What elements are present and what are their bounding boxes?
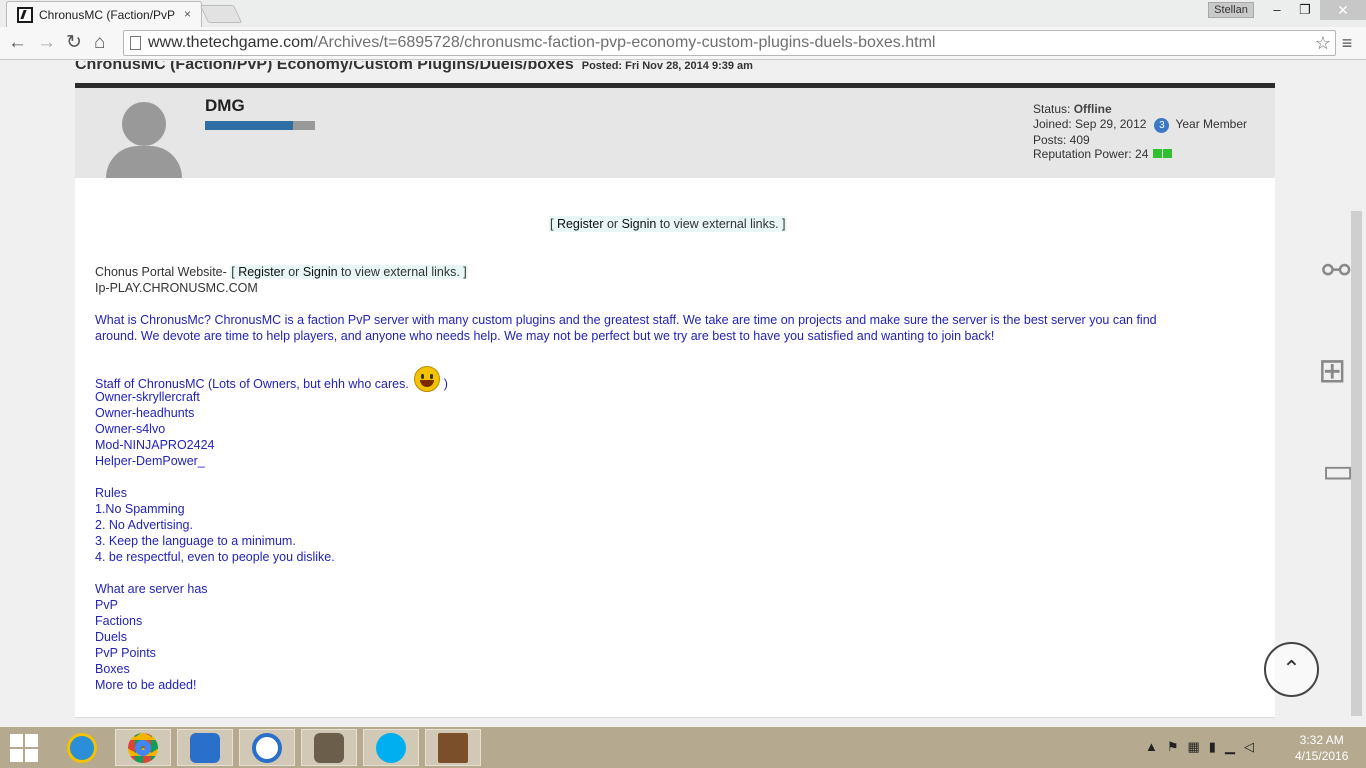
menu-icon[interactable]: ≡: [1340, 33, 1354, 53]
reputation-bar-fill: [205, 121, 293, 130]
app-icon[interactable]: [177, 729, 233, 766]
scroll-to-top-button[interactable]: ⌃: [1264, 642, 1319, 697]
minecraft-icon[interactable]: [425, 729, 481, 766]
feature-item: Duels: [95, 630, 127, 644]
signin-link[interactable]: Signin: [622, 217, 657, 231]
title-bar: ChronusMC (Faction/PvP × Stellan – ❐ ✕: [0, 0, 1366, 27]
or-text: or: [284, 265, 303, 279]
close-window-icon[interactable]: ✕: [1320, 0, 1366, 20]
post-header: DMG Status: Offline Joined: Sep 29, 2012…: [75, 88, 1275, 186]
app-icon[interactable]: [239, 729, 295, 766]
post-body: [ Register or Signin to view external li…: [75, 178, 1275, 718]
rule-item: 2. No Advertising.: [95, 518, 193, 532]
rules-heading: Rules: [95, 486, 127, 500]
url-domain: www.thetechgame.com: [148, 34, 314, 51]
portal-line: Chonus Portal Website- [ Register or Sig…: [95, 264, 468, 280]
close-tab-icon[interactable]: ×: [184, 7, 191, 21]
minimize-icon[interactable]: –: [1262, 0, 1292, 20]
view-external-text: to view external links. ]: [337, 265, 467, 279]
page-content: ChronusMC (Faction/PvP) Economy/Custom P…: [0, 61, 1366, 726]
new-tab-button[interactable]: [199, 5, 243, 23]
signin-link[interactable]: Signin: [303, 265, 338, 279]
taskbar: ▲⚑▦▮▁◁ 3:32 AM 4/15/2016: [0, 727, 1366, 768]
address-bar[interactable]: www.thetechgame.com/Archives/t=6895728/c…: [123, 30, 1336, 56]
thread-title-text: ChronusMC (Faction/PvP) Economy/Custom P…: [75, 61, 574, 73]
joined-date: Joined: Sep 29, 2012: [1033, 116, 1147, 131]
avatar-head-icon: [122, 102, 166, 146]
restore-icon[interactable]: ❐: [1290, 0, 1320, 20]
external-links-notice: [ Register or Signin to view external li…: [230, 265, 468, 279]
gimp-icon[interactable]: [301, 729, 357, 766]
thread-title: ChronusMC (Faction/PvP) Economy/Custom P…: [75, 61, 753, 74]
system-tray-icons[interactable]: ▲⚑▦▮▁◁: [1145, 739, 1263, 755]
register-link[interactable]: Register: [557, 217, 604, 231]
share-icon: ⚯: [1322, 252, 1351, 290]
clock-date: 4/15/2016: [1295, 749, 1349, 763]
external-links-notice: [ Register or Signin to view external li…: [549, 216, 787, 232]
feature-item: More to be added!: [95, 678, 197, 692]
home-icon[interactable]: ⌂: [94, 31, 105, 55]
windows-logo-icon: ⊞: [1318, 352, 1347, 390]
post-count: Posts: 409: [1033, 132, 1090, 147]
feature-item: PvP Points: [95, 646, 156, 660]
rep-dot-icon: [1152, 149, 1162, 158]
chrome-icon[interactable]: [115, 729, 171, 766]
devices-icon: ▭: [1322, 452, 1355, 490]
windows-start-icon[interactable]: [10, 734, 38, 762]
years-label: Year Member: [1175, 116, 1248, 131]
bracket-open: [: [550, 217, 557, 231]
posted-date: Posted: Fri Nov 28, 2014 9:39 am: [581, 61, 753, 72]
feature-item: PvP: [95, 598, 118, 612]
clock-time: 3:32 AM: [1299, 733, 1344, 747]
or-text: or: [603, 217, 622, 231]
rep-dot-icon: [1162, 149, 1172, 158]
browser-tab[interactable]: ChronusMC (Faction/PvP ×: [6, 1, 202, 27]
about-line-1: What is ChronusMc? ChronusMC is a factio…: [95, 313, 1157, 327]
staff-item: Owner-s4lvo: [95, 422, 166, 436]
portal-label: Chonus Portal Website-: [95, 265, 231, 279]
rule-item: 1.No Spamming: [95, 502, 185, 516]
page-icon: [130, 36, 141, 50]
tab-title: ChronusMC (Faction/PvP: [39, 7, 176, 22]
view-external-text: to view external links. ]: [656, 217, 786, 231]
url-path: /Archives/t=6895728/chronusmc-faction-pv…: [313, 34, 936, 51]
browser-toolbar: ← → ↻ ⌂ www.thetechgame.com/Archives/t=6…: [0, 27, 1366, 60]
rule-item: 4. be respectful, even to people you dis…: [95, 550, 335, 564]
smiley-icon: [414, 366, 441, 392]
feature-item: Boxes: [95, 662, 130, 676]
rule-item: 3. Keep the language to a minimum.: [95, 534, 296, 548]
username[interactable]: DMG: [205, 96, 245, 116]
reload-icon[interactable]: ↻: [66, 31, 82, 55]
bookmark-star-icon[interactable]: ☆: [1315, 31, 1331, 55]
features-heading: What are server has: [95, 582, 208, 596]
years-badge: 3: [1154, 117, 1170, 133]
skype-icon[interactable]: [363, 729, 419, 766]
staff-item: Mod-NINJAPRO2424: [95, 438, 215, 452]
status-value: Offline: [1073, 102, 1112, 116]
feature-item: Factions: [95, 614, 143, 628]
avatar[interactable]: [106, 102, 182, 186]
staff-heading-close: ): [440, 377, 448, 391]
forward-icon[interactable]: →: [37, 31, 56, 55]
about-line-2: around. We devote are time to help playe…: [95, 329, 995, 343]
staff-item: Owner-headhunts: [95, 406, 195, 420]
clock[interactable]: 3:32 AM 4/15/2016: [1295, 732, 1348, 764]
site-favicon-icon: [17, 6, 33, 23]
register-link[interactable]: Register: [238, 265, 285, 279]
profile-button[interactable]: Stellan: [1208, 2, 1254, 18]
back-icon[interactable]: ←: [8, 31, 27, 55]
reputation-bar: [205, 121, 315, 130]
reputation-power: Reputation Power: 24: [1033, 147, 1149, 161]
internet-explorer-icon[interactable]: [54, 729, 110, 766]
staff-item: Owner-skryllercraft: [95, 390, 200, 404]
status-label: Status:: [1033, 102, 1074, 116]
user-info: Status: Offline Joined: Sep 29, 2012 3 Yea…: [1033, 102, 1247, 162]
server-ip: Ip-PLAY.CHRONUSMC.COM: [95, 281, 258, 295]
staff-item: Helper-DemPower_: [95, 454, 205, 468]
